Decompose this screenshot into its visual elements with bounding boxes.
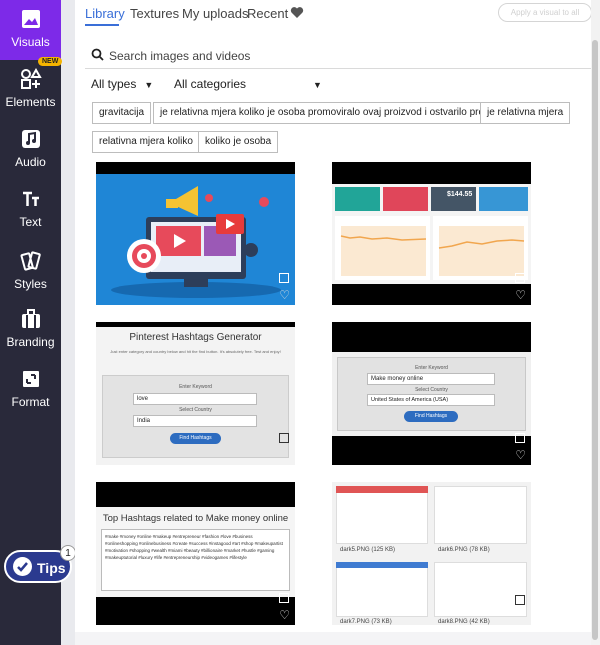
file-name: dark7.PNG (73 KB) <box>340 619 392 625</box>
visual-thumbnail[interactable]: Pinterest Hashtags Generator Just enter … <box>96 322 295 465</box>
copy-icon <box>279 273 289 283</box>
country-field: United States of America (USA) <box>367 394 495 406</box>
type-filter-value: All types <box>91 77 137 91</box>
favorites-heart-icon[interactable] <box>290 6 304 19</box>
copy-icon <box>515 595 525 605</box>
digital-marketing-illustration <box>96 162 295 305</box>
favorite-heart-icon[interactable]: ♡ <box>515 448 526 462</box>
visual-thumbnail[interactable]: Enter Keyword Make money online Select C… <box>332 322 531 465</box>
file-name: dark8.PNG (42 KB) <box>438 619 490 625</box>
image-icon <box>21 10 40 28</box>
search-bar <box>85 43 592 69</box>
sidebar-item-label: Branding <box>6 335 55 349</box>
chevron-down-icon: ▼ <box>144 80 154 90</box>
sidebar: Visuals Elements NEW Audio Text Styles B… <box>0 0 63 645</box>
thumbnail-subtitle: Just enter category and country below an… <box>110 349 281 354</box>
sidebar-item-label: Elements <box>5 95 56 109</box>
country-label: Select Country <box>415 387 448 393</box>
scrollbar-thumb[interactable] <box>592 40 598 640</box>
sidebar-item-label: Styles <box>14 277 47 291</box>
sidebar-item-format[interactable]: Format <box>0 360 61 420</box>
file-name: dark5.PNG (125 KB) <box>340 547 396 553</box>
sidebar-item-elements[interactable]: Elements <box>0 60 61 120</box>
briefcase-icon <box>21 309 40 328</box>
text-icon <box>22 191 39 206</box>
sidebar-item-visuals[interactable]: Visuals <box>0 0 61 60</box>
tips-label: Tips <box>37 560 66 576</box>
find-hashtags-button: Find Hashtags <box>404 411 458 422</box>
visual-thumbnail[interactable]: dark5.PNG (125 KB) dark6.PNG (78 KB) dar… <box>332 482 531 625</box>
stat-value: $144.55 <box>447 191 473 198</box>
tab-my-uploads[interactable]: My uploads <box>182 6 248 21</box>
keyword-chip[interactable]: gravitacija <box>92 102 152 124</box>
hashtag-list: #make #money #online #makeup #entreprene… <box>105 534 283 560</box>
find-hashtags-button: Find Hashtags <box>170 433 221 444</box>
copy-icon <box>279 593 289 603</box>
sidebar-item-text[interactable]: Text <box>0 180 61 240</box>
search-icon <box>91 48 104 61</box>
panel-bottom-edge <box>75 632 591 645</box>
visual-thumbnail[interactable]: Top Hashtags related to Make money onlin… <box>96 482 295 625</box>
file-name: dark6.PNG (78 KB) <box>438 547 490 553</box>
favorite-heart-icon[interactable]: ♡ <box>515 288 526 302</box>
sidebar-item-audio[interactable]: Audio <box>0 120 61 180</box>
copy-icon <box>515 433 525 443</box>
favorite-heart-icon[interactable]: ♡ <box>279 288 290 302</box>
swatch-icon <box>20 251 41 271</box>
chevron-down-icon: ▼ <box>313 80 322 90</box>
thumbnail-title: Pinterest Hashtags Generator <box>129 332 262 343</box>
country-label: Select Country <box>179 407 212 413</box>
country-field: India <box>133 415 257 427</box>
sidebar-item-label: Audio <box>15 155 46 169</box>
sidebar-item-label: Text <box>19 215 42 229</box>
keyword-field: Make money online <box>367 373 495 385</box>
tips-count-badge: 1 <box>60 545 76 561</box>
keyword-chip[interactable]: je relativna mjera koliko je osoba promo… <box>153 102 510 124</box>
tab-library[interactable]: Library <box>85 6 125 21</box>
scrollbar[interactable] <box>591 0 600 645</box>
keyword-field: love <box>133 393 257 405</box>
category-filter-value: All categories <box>174 77 247 91</box>
keyword-label: Enter Keyword <box>179 384 212 390</box>
keyword-label: Enter Keyword <box>415 365 448 371</box>
shapes-icon <box>20 68 42 89</box>
tab-active-indicator <box>85 24 119 26</box>
type-filter-dropdown[interactable]: All types ▼ <box>91 77 153 91</box>
sidebar-item-label: Format <box>11 395 50 409</box>
search-input[interactable] <box>109 46 569 66</box>
tab-recent[interactable]: Recent <box>247 6 288 21</box>
visual-thumbnail[interactable]: ♡ <box>96 162 295 305</box>
dashboard-screenshot <box>332 162 531 305</box>
copy-icon <box>279 433 289 443</box>
visual-thumbnail[interactable]: $144.55 ♡ <box>332 162 531 305</box>
new-badge: NEW <box>38 57 63 66</box>
sidebar-item-styles[interactable]: Styles <box>0 242 61 302</box>
favorite-heart-icon[interactable]: ♡ <box>279 608 290 622</box>
music-note-icon <box>21 130 40 148</box>
copy-icon <box>515 273 525 283</box>
thumbnail-title: Top Hashtags related to Make money onlin… <box>102 513 289 524</box>
keyword-chip[interactable]: koliko je osoba <box>198 131 279 153</box>
keyword-chip[interactable]: relativna mjera koliko <box>92 131 200 153</box>
category-filter-dropdown[interactable]: All categories ▼ <box>174 77 322 91</box>
sidebar-item-label: Visuals <box>11 35 50 49</box>
tab-textures[interactable]: Textures <box>130 6 179 21</box>
keyword-chip[interactable]: je relativna mjera <box>480 102 571 124</box>
apply-visual-to-all-button[interactable]: Apply a visual to all <box>498 3 592 22</box>
check-circle-icon <box>13 557 32 576</box>
resize-icon <box>22 371 39 387</box>
sidebar-item-branding[interactable]: Branding <box>0 300 61 360</box>
